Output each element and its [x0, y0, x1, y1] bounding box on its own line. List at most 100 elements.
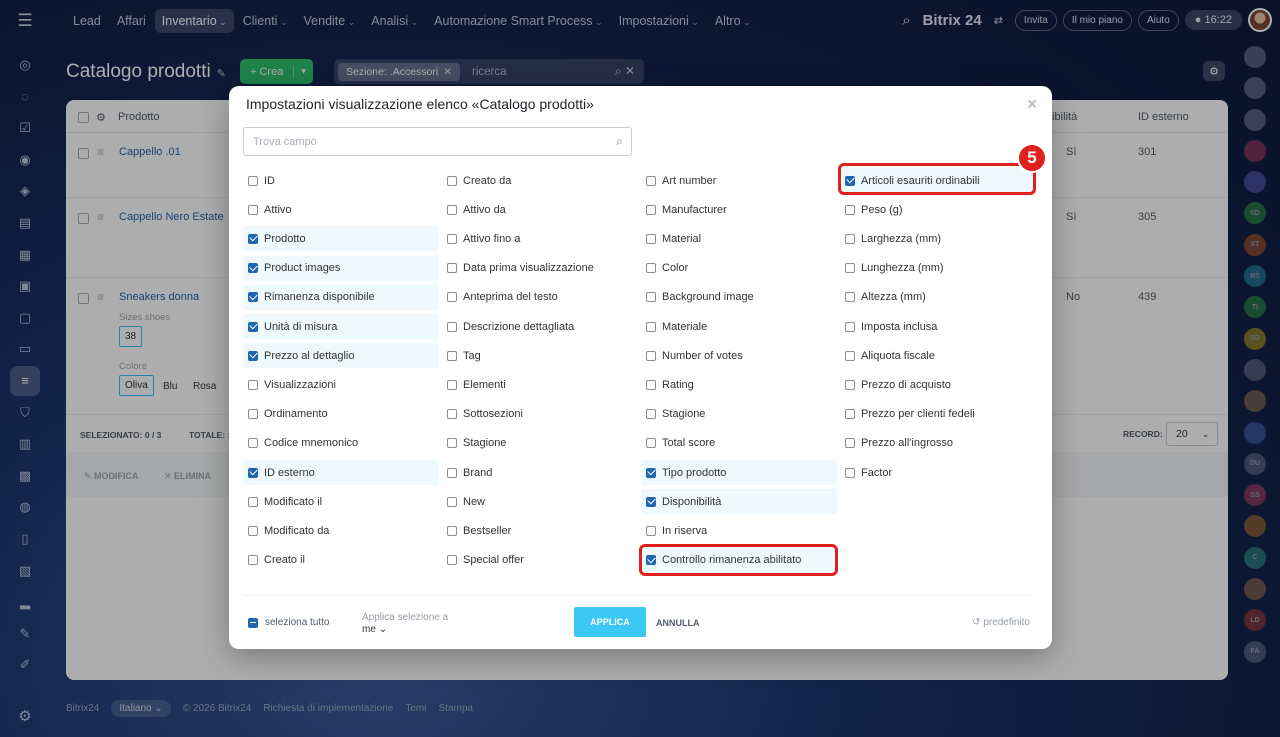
field-option[interactable]: Number of votes: [641, 343, 837, 368]
field-option[interactable]: New: [442, 489, 638, 514]
field-option[interactable]: Total score: [641, 431, 837, 456]
field-checkbox[interactable]: [447, 263, 457, 274]
field-option[interactable]: Disponibilità: [641, 489, 837, 515]
field-checkbox[interactable]: [845, 350, 855, 361]
field-checkbox[interactable]: [248, 292, 258, 303]
field-search[interactable]: ⌕: [243, 127, 632, 156]
field-checkbox[interactable]: [447, 525, 457, 536]
field-checkbox[interactable]: [845, 438, 855, 449]
field-option[interactable]: Attivo: [243, 197, 439, 222]
field-option[interactable]: Sottosezioni: [442, 402, 638, 427]
field-option[interactable]: Modificato il: [243, 489, 439, 514]
field-checkbox[interactable]: [248, 321, 258, 332]
cancel-button[interactable]: ANNULLA: [656, 618, 700, 628]
field-option[interactable]: Modificato da: [243, 518, 439, 543]
field-option[interactable]: Tipo prodotto: [641, 460, 837, 485]
field-checkbox[interactable]: [845, 263, 855, 274]
field-option[interactable]: Creato il: [243, 548, 439, 573]
field-checkbox[interactable]: [646, 467, 656, 478]
field-option[interactable]: Creato da: [442, 168, 638, 193]
field-option[interactable]: Peso (g): [840, 197, 1036, 222]
field-checkbox[interactable]: [646, 233, 656, 244]
field-checkbox[interactable]: [646, 409, 656, 420]
field-checkbox[interactable]: [845, 204, 855, 215]
field-option[interactable]: Rating: [641, 372, 837, 397]
field-checkbox[interactable]: [248, 204, 258, 215]
field-option[interactable]: ID: [243, 168, 439, 193]
field-option[interactable]: Brand: [442, 460, 638, 485]
field-option[interactable]: Anteprima del testo: [442, 285, 638, 310]
field-option[interactable]: Descrizione dettagliata: [442, 314, 638, 339]
field-option[interactable]: Data prima visualizzazione: [442, 256, 638, 281]
field-option[interactable]: Stagione: [442, 431, 638, 456]
field-checkbox[interactable]: [447, 350, 457, 361]
field-option[interactable]: Lunghezza (mm): [840, 256, 1036, 281]
field-checkbox[interactable]: [447, 467, 457, 478]
field-option[interactable]: Color: [641, 256, 837, 281]
field-checkbox[interactable]: [248, 525, 258, 536]
apply-to-selector[interactable]: Applica selezione a me ⌄: [362, 612, 448, 636]
field-checkbox[interactable]: [646, 379, 656, 390]
field-checkbox[interactable]: [845, 409, 855, 420]
field-checkbox[interactable]: [447, 321, 457, 332]
field-option[interactable]: Prezzo per clienti fedeli: [840, 402, 1036, 427]
field-checkbox[interactable]: [845, 467, 855, 478]
field-option[interactable]: Altezza (mm): [840, 285, 1036, 310]
field-checkbox[interactable]: [447, 233, 457, 244]
field-option[interactable]: Material: [641, 226, 837, 251]
field-checkbox[interactable]: [447, 409, 457, 420]
field-option[interactable]: ID esterno: [243, 460, 439, 485]
field-checkbox[interactable]: [248, 409, 258, 420]
field-option[interactable]: Imposta inclusa: [840, 314, 1036, 339]
field-option[interactable]: Stagione: [641, 402, 837, 427]
field-checkbox[interactable]: [447, 292, 457, 303]
field-checkbox[interactable]: [447, 204, 457, 215]
field-option[interactable]: Special offer: [442, 548, 638, 573]
field-option[interactable]: Art number: [641, 168, 837, 193]
field-option[interactable]: Aliquota fiscale: [840, 343, 1036, 368]
field-checkbox[interactable]: [447, 555, 457, 566]
field-checkbox[interactable]: [248, 350, 258, 361]
field-checkbox[interactable]: [646, 321, 656, 332]
field-option[interactable]: Background image: [641, 285, 837, 310]
field-option[interactable]: Prezzo all'ingrosso: [840, 431, 1036, 456]
field-option[interactable]: Rimanenza disponibile: [243, 284, 439, 310]
field-checkbox[interactable]: [845, 233, 855, 244]
field-option[interactable]: Factor: [840, 460, 1036, 485]
field-option[interactable]: Bestseller: [442, 518, 638, 543]
field-option[interactable]: Materiale: [641, 314, 837, 339]
field-checkbox[interactable]: [646, 438, 656, 449]
field-option[interactable]: Tag: [442, 343, 638, 368]
field-option[interactable]: Prezzo di acquisto: [840, 372, 1036, 397]
field-checkbox[interactable]: [248, 175, 258, 186]
field-checkbox[interactable]: [447, 496, 457, 507]
field-option[interactable]: Larghezza (mm): [840, 226, 1036, 251]
field-checkbox[interactable]: [248, 379, 258, 390]
field-checkbox[interactable]: [447, 438, 457, 449]
field-option[interactable]: Prodotto: [243, 226, 439, 252]
field-option[interactable]: Visualizzazioni: [243, 372, 439, 397]
field-option[interactable]: Attivo da: [442, 197, 638, 222]
field-option[interactable]: Manufacturer: [641, 197, 837, 222]
field-checkbox[interactable]: [845, 292, 855, 303]
field-checkbox[interactable]: [447, 379, 457, 390]
field-checkbox[interactable]: [845, 379, 855, 390]
field-option[interactable]: Unità di misura: [243, 314, 439, 339]
field-checkbox[interactable]: [646, 204, 656, 215]
default-button[interactable]: ↺ predefinito: [972, 617, 1030, 628]
field-option[interactable]: Codice mnemonico: [243, 431, 439, 456]
field-option[interactable]: In riserva: [641, 518, 837, 543]
field-checkbox[interactable]: [646, 263, 656, 274]
field-option[interactable]: Attivo fino a: [442, 226, 638, 251]
field-checkbox[interactable]: [248, 438, 258, 449]
field-checkbox[interactable]: [248, 496, 258, 507]
select-all-checkbox[interactable]: [248, 617, 258, 628]
field-checkbox[interactable]: [248, 467, 258, 478]
field-checkbox[interactable]: [447, 175, 457, 186]
apply-button[interactable]: APPLICA: [574, 607, 646, 637]
close-icon[interactable]: ✕: [1026, 96, 1038, 113]
field-checkbox[interactable]: [646, 175, 656, 186]
field-checkbox[interactable]: [248, 233, 258, 244]
field-checkbox[interactable]: [646, 496, 656, 507]
field-checkbox[interactable]: [248, 263, 258, 274]
